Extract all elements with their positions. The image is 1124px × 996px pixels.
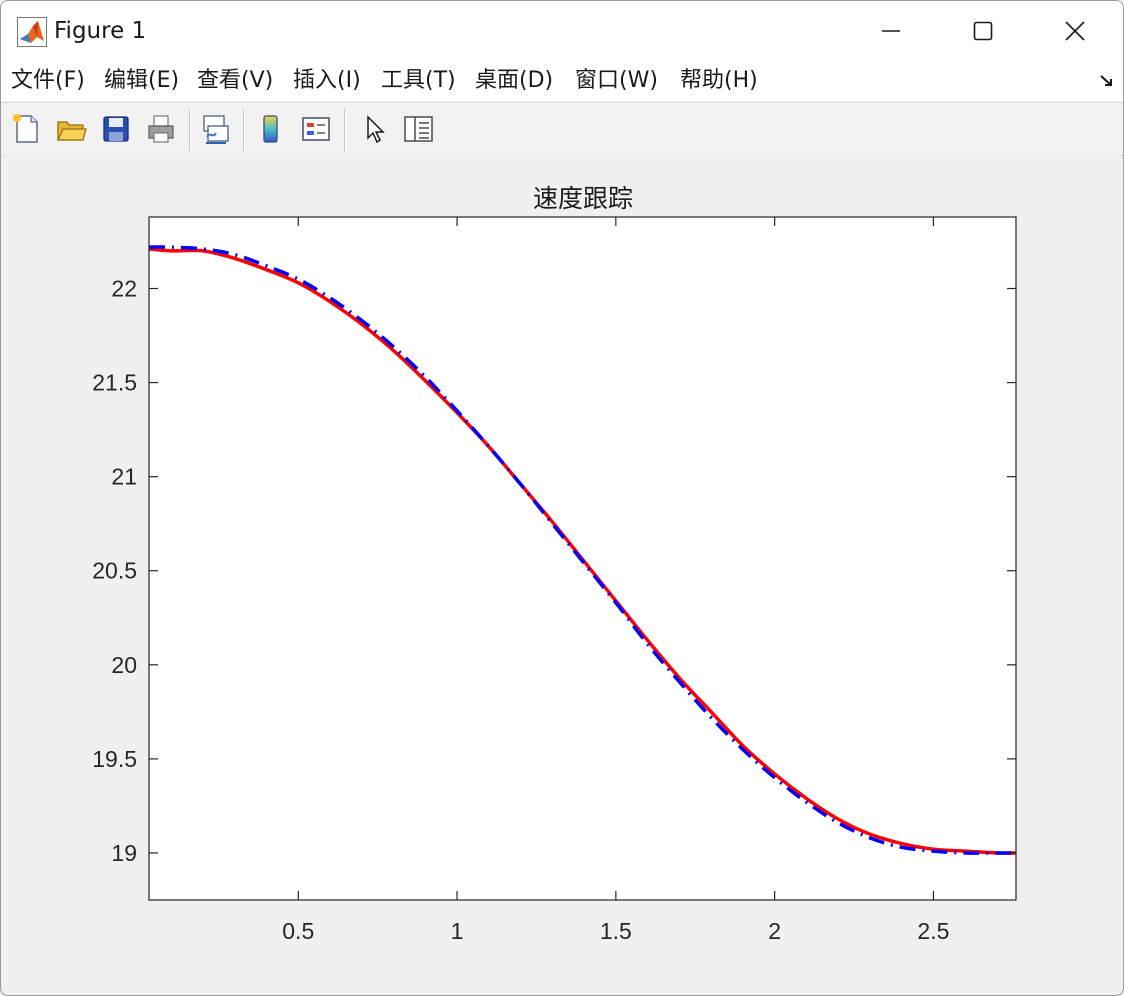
dock-arrow-icon[interactable]: [1099, 73, 1115, 93]
x-tick-label: 1: [451, 918, 464, 944]
property-inspector-button[interactable]: [400, 111, 436, 147]
figure-toolbar: [1, 102, 1123, 156]
figure-window: Figure 1 文件(F) 编辑(E) 查看(V) 插入(I) 工具(T) 桌…: [0, 0, 1124, 996]
x-tick-label: 1.5: [600, 918, 632, 944]
x-tick-label: 2.5: [917, 918, 949, 944]
title-bar[interactable]: Figure 1: [1, 1, 1123, 61]
y-tick-label: 20: [111, 652, 137, 678]
matlab-logo-icon: [17, 17, 47, 47]
y-tick-label: 21.5: [92, 370, 137, 396]
open-file-button[interactable]: [53, 111, 89, 147]
save-button[interactable]: [98, 111, 134, 147]
chart-title: 速度跟踪: [533, 184, 633, 213]
window-title: Figure 1: [54, 18, 147, 44]
minimize-icon: [882, 30, 900, 32]
toolbar-separator: [189, 109, 191, 151]
line-chart: 速度跟踪 0.5 1 1.5 2 2.5 19 19.5 20 20.5 21 21.5 22: [92, 184, 1017, 944]
menu-desktop[interactable]: 桌面(D): [475, 66, 553, 96]
link-plot-button[interactable]: [198, 111, 234, 147]
new-figure-button[interactable]: [8, 111, 44, 147]
y-tick-label: 20.5: [92, 558, 137, 584]
toolbar-separator: [243, 109, 245, 151]
open-file-icon: [56, 121, 87, 141]
close-button[interactable]: [1027, 1, 1123, 61]
insert-colorbar-icon: [263, 115, 278, 143]
y-tick-label: 19.5: [92, 746, 137, 772]
menu-window[interactable]: 窗口(W): [575, 66, 658, 96]
edit-plot-pointer-icon: [367, 115, 385, 144]
menu-view[interactable]: 查看(V): [197, 66, 273, 96]
y-tick-label: 21: [111, 464, 137, 490]
menu-bar: 文件(F) 编辑(E) 查看(V) 插入(I) 工具(T) 桌面(D) 窗口(W…: [1, 61, 1123, 101]
maximize-icon: [973, 21, 993, 41]
insert-colorbar-button[interactable]: [253, 111, 289, 147]
save-icon: [103, 116, 129, 142]
x-tick-label: 2: [768, 918, 781, 944]
menu-edit[interactable]: 编辑(E): [104, 66, 179, 96]
menu-insert[interactable]: 插入(I): [293, 66, 361, 96]
new-figure-icon: [13, 114, 38, 143]
maximize-button[interactable]: [935, 1, 1031, 61]
menu-help[interactable]: 帮助(H): [680, 66, 758, 96]
link-plot-icon: [203, 115, 229, 144]
y-tick-label: 19: [111, 840, 137, 866]
print-icon: [148, 115, 174, 143]
y-tick-label: 22: [111, 275, 137, 301]
menu-file[interactable]: 文件(F): [11, 66, 85, 96]
insert-legend-button[interactable]: [298, 111, 334, 147]
menu-tools[interactable]: 工具(T): [381, 66, 456, 96]
x-tick-label: 0.5: [282, 918, 314, 944]
edit-plot-button[interactable]: [357, 111, 393, 147]
close-icon: [1065, 21, 1085, 41]
toolbar-separator: [344, 109, 346, 151]
property-inspector-icon: [404, 116, 433, 142]
figure-canvas: 速度跟踪 0.5 1 1.5 2 2.5 19 19.5 20 20.5 21 21.5 22: [3, 155, 1121, 993]
insert-legend-icon: [302, 117, 330, 141]
minimize-button[interactable]: [843, 1, 939, 61]
print-button[interactable]: [143, 111, 179, 147]
